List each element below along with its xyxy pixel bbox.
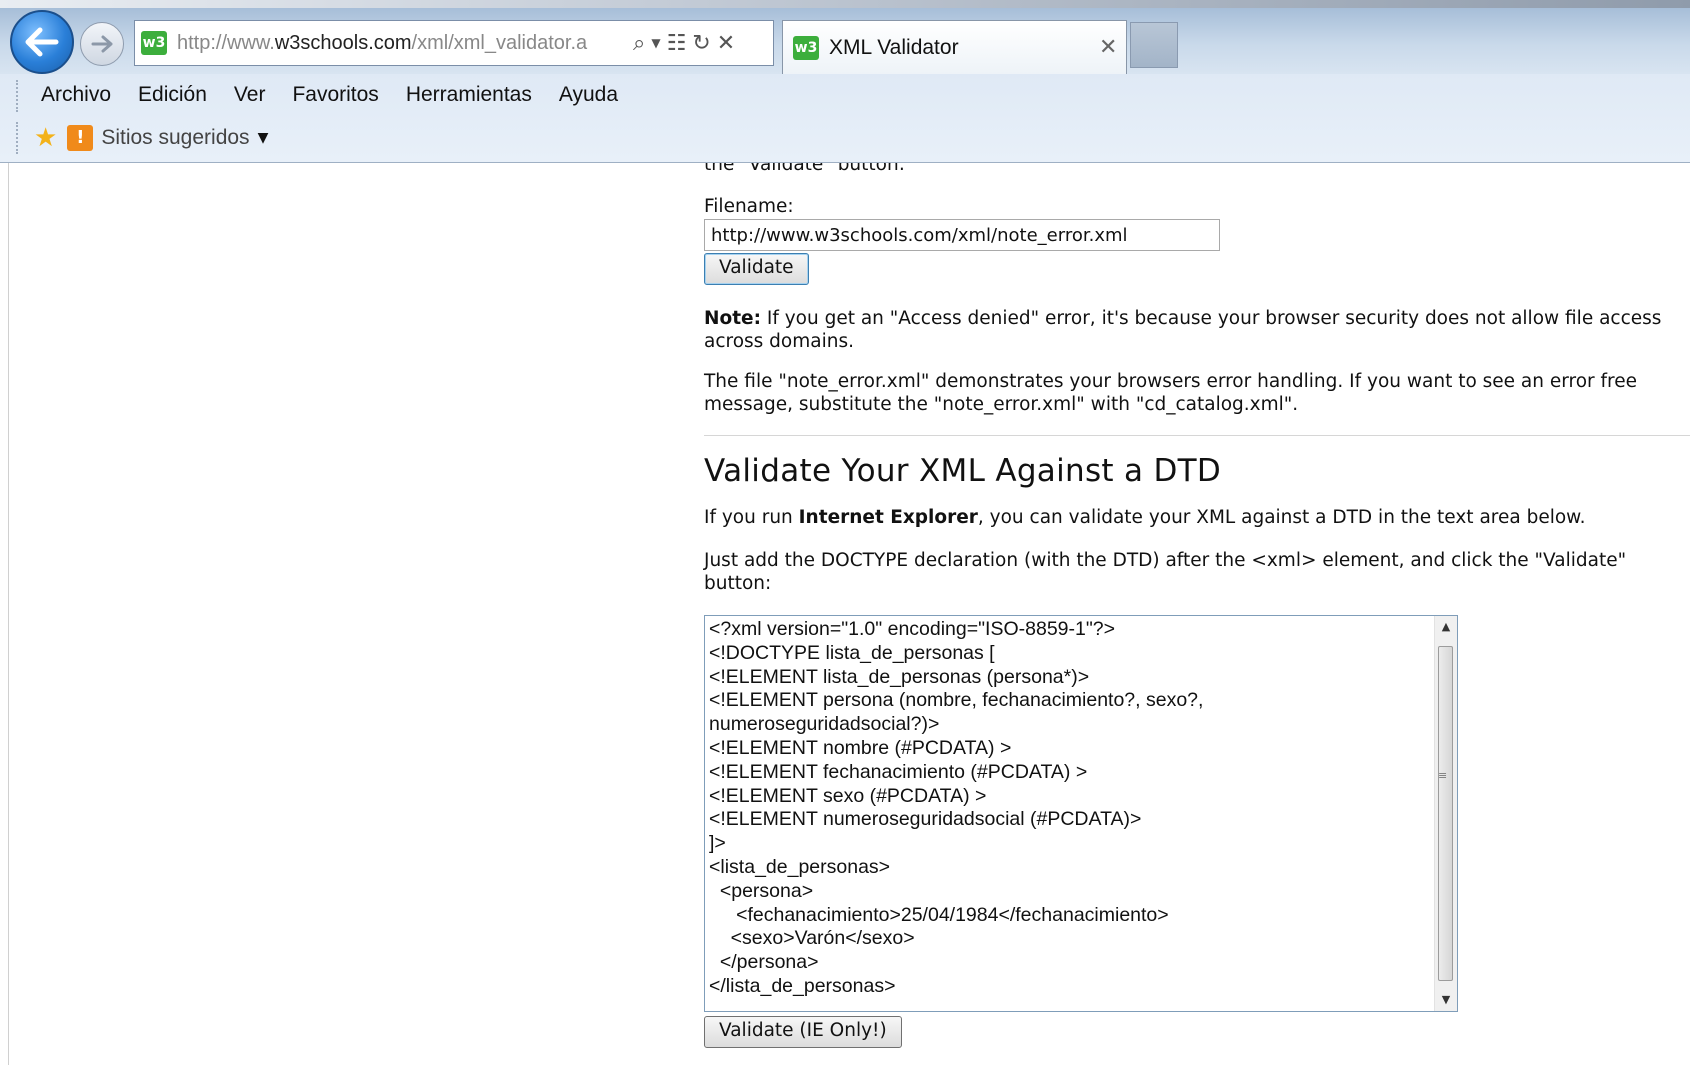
suggested-sites-chevron-down-icon[interactable]: ▼ (258, 130, 269, 146)
xml-dtd-textarea[interactable]: <?xml version="1.0" encoding="ISO-8859-1… (704, 615, 1458, 1012)
filename-input[interactable] (704, 219, 1220, 251)
menu-items: Archivo Edición Ver Favoritos Herramient… (41, 78, 645, 112)
menu-favoritos[interactable]: Favoritos (292, 78, 378, 112)
arrow-right-icon (91, 35, 113, 53)
section-divider (704, 435, 1690, 436)
validate-instruction-text: the "Validate" button: (704, 163, 905, 175)
titlebar-strip (0, 0, 1690, 8)
note-paragraph: Note: If you get an "Access denied" erro… (704, 307, 1684, 353)
tab-xml-validator[interactable]: w3 XML Validator ✕ (782, 20, 1127, 74)
compatibility-view-icon[interactable]: ☷ (667, 31, 687, 56)
new-tab-button[interactable] (1130, 22, 1178, 68)
favorites-bar: ★ ! Sitios sugeridos ▼ (34, 120, 268, 156)
menu-ayuda[interactable]: Ayuda (559, 78, 618, 112)
menubar-grip (16, 80, 21, 112)
suggested-sites-icon[interactable]: ! (67, 125, 94, 151)
page-viewport: the "Validate" button: Filename: Validat… (0, 163, 1690, 1065)
favbar-grip (16, 122, 21, 154)
add-favorites-star-icon[interactable]: ★ (34, 123, 57, 153)
xml-textarea-content[interactable]: <?xml version="1.0" encoding="ISO-8859-1… (709, 618, 1433, 999)
dropdown-chevron-icon[interactable]: ▼ (651, 36, 660, 50)
stop-icon[interactable]: ✕ (717, 31, 735, 56)
browser-titlebar: w3 http://www.w3schools.com/xml/xml_vali… (0, 0, 1690, 74)
suggested-sites-link[interactable]: Sitios sugeridos (101, 126, 249, 150)
menu-archivo[interactable]: Archivo (41, 78, 111, 112)
textarea-scrollbar[interactable]: ▲ ≡ ▼ (1434, 616, 1457, 1011)
menu-bar: Archivo Edición Ver Favoritos Herramient… (0, 74, 1690, 163)
dtd-section-heading: Validate Your XML Against a DTD (704, 453, 1222, 489)
menu-edicion[interactable]: Edición (138, 78, 207, 112)
scrollbar-grip-icon: ≡ (1438, 769, 1448, 782)
validate-button[interactable]: Validate (704, 253, 809, 285)
tab-close-icon[interactable]: ✕ (1099, 35, 1117, 60)
tab-title: XML Validator (829, 35, 959, 59)
menu-herramientas[interactable]: Herramientas (406, 78, 532, 112)
back-button[interactable] (10, 10, 74, 74)
internet-explorer-paragraph: If you run Internet Explorer, you can va… (704, 506, 1585, 529)
refresh-icon[interactable]: ↻ (692, 31, 710, 56)
filename-label: Filename: (704, 196, 794, 217)
w3schools-favicon-icon: w3 (141, 31, 167, 55)
forward-button[interactable] (80, 22, 124, 66)
scroll-up-arrow-icon[interactable]: ▲ (1435, 616, 1457, 638)
ie-bold: Internet Explorer (798, 507, 978, 528)
ie-suffix: , you can validate your XML against a DT… (977, 507, 1586, 528)
url-text[interactable]: http://www.w3schools.com/xml/xml_validat… (177, 32, 627, 55)
search-icon[interactable]: ⌕ (633, 31, 645, 56)
ie-prefix: If you run (704, 507, 799, 528)
validate-ie-only-button[interactable]: Validate (IE Only!) (704, 1016, 902, 1048)
note-label: Note: (704, 308, 761, 329)
error-file-paragraph: The file "note_error.xml" demonstrates y… (704, 371, 1638, 415)
doctype-paragraph: Just add the DOCTYPE declaration (with t… (704, 550, 1627, 594)
page-left-border (8, 163, 9, 1065)
url-prefix: http://www. (177, 31, 275, 54)
note-text: If you get an "Access denied" error, it'… (704, 308, 1662, 352)
url-suffix: /xml/xml_validator.a (411, 31, 588, 54)
tab-favicon-icon: w3 (793, 35, 819, 60)
scroll-down-arrow-icon[interactable]: ▼ (1435, 989, 1457, 1011)
menu-ver[interactable]: Ver (234, 78, 266, 112)
arrow-left-icon (25, 27, 59, 57)
address-bar[interactable]: w3 http://www.w3schools.com/xml/xml_vali… (134, 20, 774, 66)
url-domain: w3schools.com (274, 31, 412, 54)
scrollbar-thumb[interactable] (1438, 646, 1453, 981)
